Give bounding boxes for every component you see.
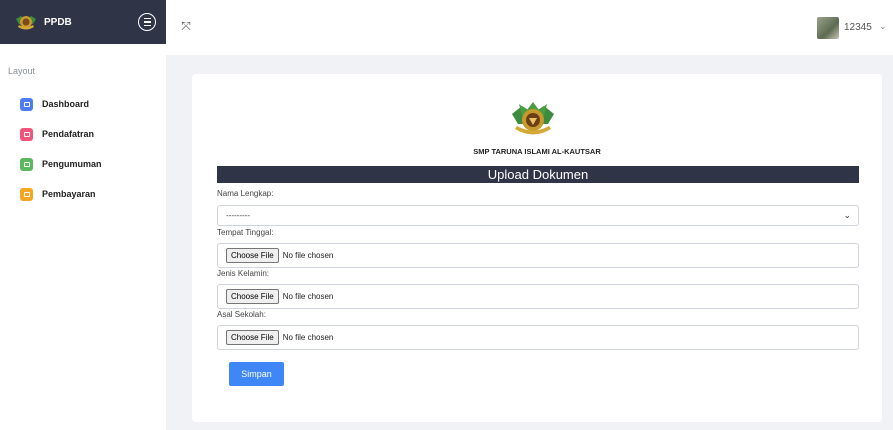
home-icon: [20, 97, 33, 111]
file-status: No file chosen: [282, 251, 334, 260]
choose-file-button[interactable]: Choose File: [226, 289, 279, 304]
sidebar-item-label: Pengumuman: [42, 159, 102, 169]
sidebar: PPDB Layout Dashboard Pendafatran Pengum…: [0, 0, 166, 430]
sidebar-item-label: Dashboard: [42, 99, 90, 109]
sidebar-item-label: Pendafatran: [42, 129, 95, 139]
form-header: Upload Dokumen: [217, 166, 859, 183]
menu-toggle-icon[interactable]: [138, 13, 156, 31]
jenis-kelamin-file-input[interactable]: Choose File No file chosen: [217, 284, 859, 309]
school-name: SMP TARUNA ISLAMI AL-KAUTSAR: [473, 147, 601, 156]
brand-title: PPDB: [44, 16, 72, 28]
field-label-jenis: Jenis Kelamin:: [217, 269, 270, 278]
nama-lengkap-select[interactable]: --------- ⌄: [217, 205, 859, 226]
grid-icon: [20, 127, 33, 141]
wallet-icon: [20, 187, 33, 201]
topbar: ⤧ 12345 ⌄: [166, 0, 893, 55]
avatar[interactable]: [817, 17, 839, 39]
file-status: No file chosen: [282, 333, 334, 342]
sidebar-item-pengumuman[interactable]: Pengumuman: [0, 149, 166, 179]
choose-file-button[interactable]: Choose File: [226, 330, 279, 345]
sidebar-section-title: Layout: [8, 66, 36, 76]
field-label-tempat: Tempat Tinggal:: [217, 228, 274, 237]
sidebar-item-label: Pembayaran: [42, 189, 96, 199]
sidebar-item-pendafatran[interactable]: Pendafatran: [0, 119, 166, 149]
simpan-button[interactable]: Simpan: [229, 362, 284, 386]
field-label-asal: Asal Sekolah:: [217, 310, 266, 319]
expand-icon[interactable]: ⤧: [178, 18, 194, 34]
chevron-down-icon[interactable]: ⌄: [879, 21, 887, 32]
asal-sekolah-file-input[interactable]: Choose File No file chosen: [217, 325, 859, 350]
tempat-tinggal-file-input[interactable]: Choose File No file chosen: [217, 243, 859, 268]
user-name[interactable]: 12345: [844, 22, 872, 33]
choose-file-button[interactable]: Choose File: [226, 248, 279, 263]
file-status: No file chosen: [282, 292, 334, 301]
chevron-down-icon: ⌄: [843, 210, 851, 220]
megaphone-icon: [20, 157, 33, 171]
ppdb-logo-icon: [16, 16, 36, 30]
select-value: ---------: [226, 211, 250, 220]
school-logo-icon: [512, 102, 554, 135]
field-label-nama: Nama Lengkap:: [217, 189, 274, 198]
sidebar-item-dashboard[interactable]: Dashboard: [0, 89, 166, 119]
upload-card: SMP TARUNA ISLAMI AL-KAUTSAR Upload Doku…: [192, 74, 882, 422]
brand-bar: PPDB: [0, 0, 166, 44]
sidebar-item-pembayaran[interactable]: Pembayaran: [0, 179, 166, 209]
